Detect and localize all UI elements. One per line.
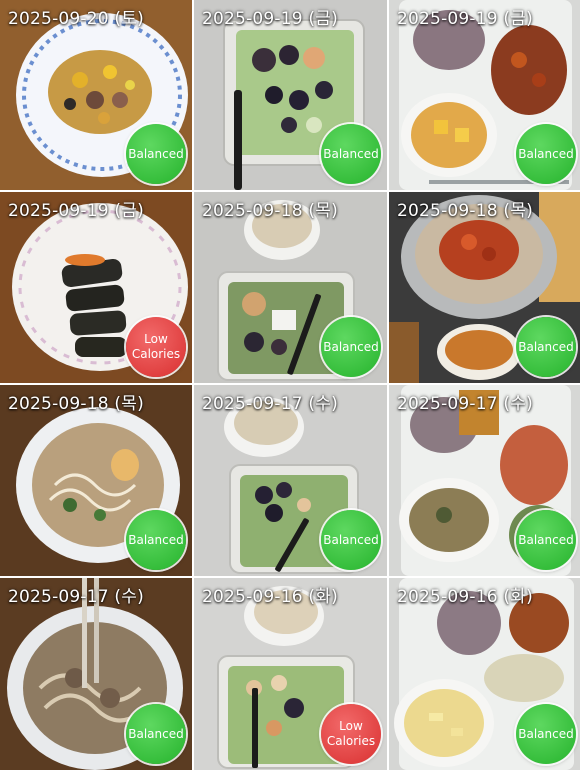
meal-card[interactable]: 2025-09-16 (화) Balanced [389,578,580,770]
balanced-badge: Balanced [126,124,186,184]
meal-card[interactable]: 2025-09-17 (수) Balanced [389,385,580,576]
meal-date: 2025-09-19 (금) [397,9,533,29]
meal-date: 2025-09-20 (토) [8,9,144,29]
meal-date: 2025-09-18 (목) [397,201,533,221]
balanced-badge: Balanced [321,317,381,377]
meal-card[interactable]: 2025-09-19 (금) Balanced [389,0,580,190]
meal-card[interactable]: 2025-09-18 (목) Balanced [389,192,580,383]
balanced-badge: Balanced [321,124,381,184]
meal-date: 2025-09-19 (금) [202,9,338,29]
balanced-badge: Balanced [321,510,381,570]
balanced-badge: Balanced [516,124,576,184]
meal-date: 2025-09-18 (목) [202,201,338,221]
meal-date: 2025-09-17 (수) [202,394,338,414]
low-calories-badge: Low Calories [321,704,381,764]
balanced-badge: Balanced [516,510,576,570]
low-calories-badge: Low Calories [126,317,186,377]
meal-card[interactable]: 2025-09-16 (화) Low Calories [194,578,387,770]
meal-card[interactable]: 2025-09-19 (금) Balanced [194,0,387,190]
balanced-badge: Balanced [516,704,576,764]
meal-date: 2025-09-18 (목) [8,394,144,414]
meal-date: 2025-09-19 (금) [8,201,144,221]
meal-gallery-grid: 2025-09-20 (토) Balanced 2025-09-19 (금) B… [0,0,580,770]
meal-card[interactable]: 2025-09-20 (토) Balanced [0,0,192,190]
balanced-badge: Balanced [516,317,576,377]
balanced-badge: Balanced [126,510,186,570]
meal-card[interactable]: 2025-09-18 (목) Balanced [194,192,387,383]
meal-card[interactable]: 2025-09-17 (수) Balanced [0,578,192,770]
meal-date: 2025-09-16 (화) [202,587,338,607]
meal-date: 2025-09-17 (수) [8,587,144,607]
meal-card[interactable]: 2025-09-17 (수) Balanced [194,385,387,576]
balanced-badge: Balanced [126,704,186,764]
meal-date: 2025-09-16 (화) [397,587,533,607]
meal-card[interactable]: 2025-09-18 (목) Balanced [0,385,192,576]
meal-card[interactable]: 2025-09-19 (금) Low Calories [0,192,192,383]
meal-date: 2025-09-17 (수) [397,394,533,414]
